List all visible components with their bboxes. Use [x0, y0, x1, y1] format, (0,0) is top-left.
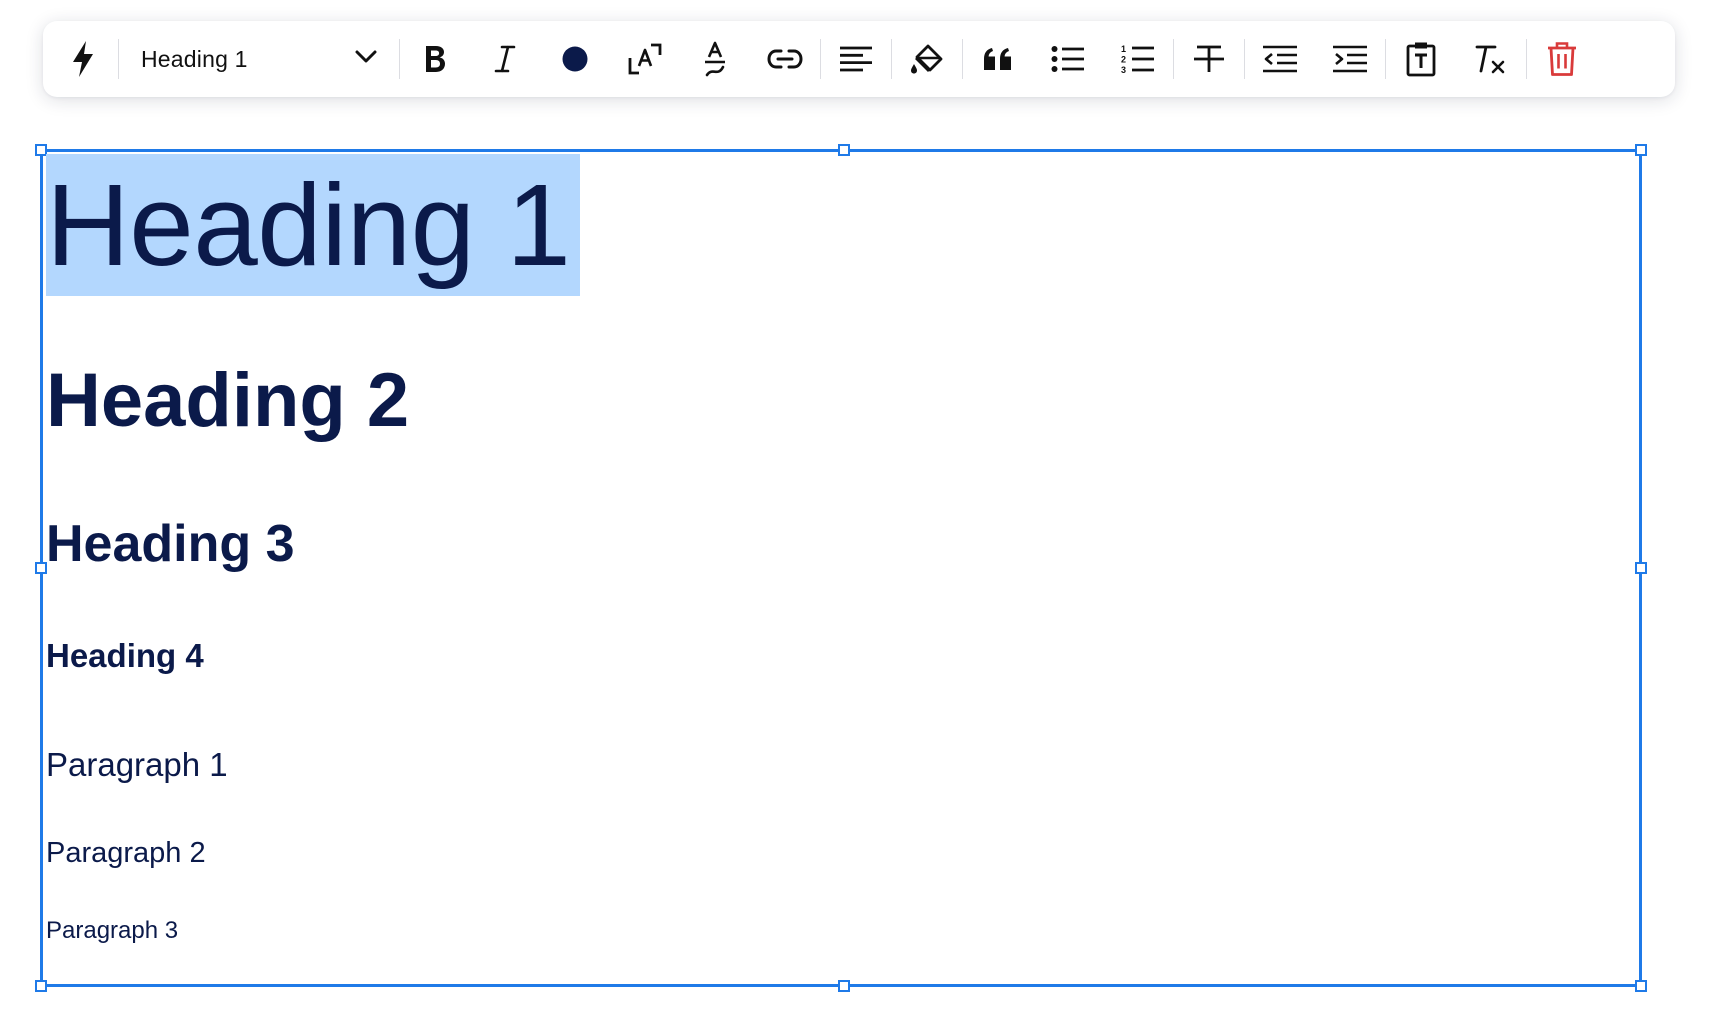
- paragraph-3-text[interactable]: Paragraph 3: [46, 916, 178, 946]
- paste-as-text-icon[interactable]: [1399, 37, 1443, 81]
- heading-2-text[interactable]: Heading 2: [46, 356, 409, 446]
- text-color-icon[interactable]: [553, 37, 597, 81]
- font-size-icon[interactable]: [623, 37, 667, 81]
- italic-icon[interactable]: [483, 37, 527, 81]
- resize-handle-bottom-right[interactable]: [1635, 980, 1647, 992]
- bold-icon[interactable]: [413, 37, 457, 81]
- align-left-icon[interactable]: [834, 37, 878, 81]
- resize-handle-bottom-left[interactable]: [35, 980, 47, 992]
- paragraph-1-text[interactable]: Paragraph 1: [46, 744, 228, 786]
- toolbar-divider: [399, 39, 400, 79]
- clear-formatting-icon[interactable]: [1469, 37, 1513, 81]
- text-box-frame[interactable]: Heading 1 Heading 2 Heading 3 Heading 4 …: [35, 144, 1647, 992]
- block-style-dropdown[interactable]: Heading 1: [141, 37, 377, 81]
- highlight-icon[interactable]: [693, 37, 737, 81]
- bulleted-list-icon[interactable]: [1046, 37, 1090, 81]
- resize-handle-top-center[interactable]: [838, 144, 850, 156]
- chevron-down-icon: [355, 50, 377, 69]
- numbered-list-icon[interactable]: 123: [1116, 37, 1160, 81]
- toolbar-divider: [820, 39, 821, 79]
- toolbar-divider: [1173, 39, 1174, 79]
- link-icon[interactable]: [763, 37, 807, 81]
- toolbar-divider: [962, 39, 963, 79]
- paint-bucket-icon[interactable]: [905, 37, 949, 81]
- quote-icon[interactable]: [976, 37, 1020, 81]
- svg-text:1: 1: [1121, 44, 1126, 54]
- indent-icon[interactable]: [1328, 37, 1372, 81]
- lightning-icon[interactable]: [61, 37, 105, 81]
- resize-handle-top-right[interactable]: [1635, 144, 1647, 156]
- paragraph-2-text[interactable]: Paragraph 2: [46, 835, 206, 871]
- heading-4-text[interactable]: Heading 4: [46, 635, 204, 677]
- outdent-icon[interactable]: [1258, 37, 1302, 81]
- resize-handle-bottom-center[interactable]: [838, 980, 850, 992]
- svg-text:2: 2: [1121, 55, 1126, 65]
- svg-text:3: 3: [1121, 65, 1126, 75]
- toolbar-divider: [1244, 39, 1245, 79]
- heading-1-text[interactable]: Heading 1: [46, 154, 581, 296]
- toolbar-divider: [1385, 39, 1386, 79]
- heading-3-text[interactable]: Heading 3: [46, 512, 295, 576]
- trash-icon[interactable]: [1540, 37, 1584, 81]
- toolbar-divider: [118, 39, 119, 79]
- toolbar-divider: [891, 39, 892, 79]
- rich-text-toolbar: Heading 1 123: [43, 21, 1675, 97]
- resize-handle-middle-right[interactable]: [1635, 562, 1647, 574]
- block-style-label: Heading 1: [141, 45, 248, 72]
- toolbar-divider: [1526, 39, 1527, 79]
- strikethrough-icon[interactable]: [1187, 37, 1231, 81]
